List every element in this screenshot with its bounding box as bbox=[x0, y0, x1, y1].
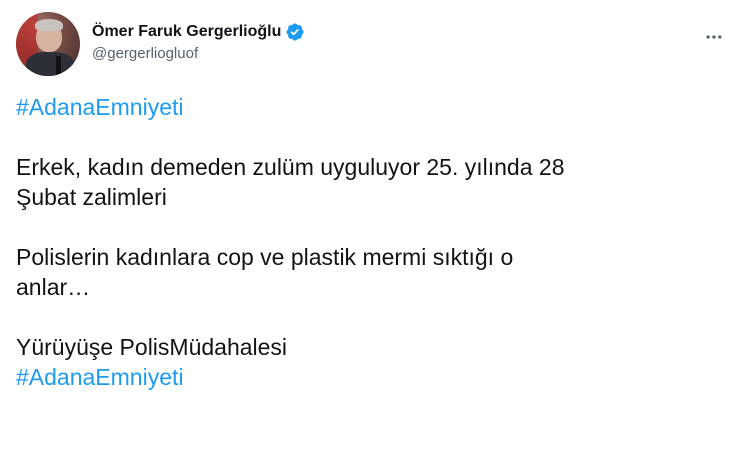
author-name-row: Ömer Faruk Gergerlioğlu bbox=[92, 21, 305, 43]
tweet-card: Ömer Faruk Gergerlioğlu @gergerliogluof bbox=[0, 0, 747, 452]
author-avatar[interactable] bbox=[16, 12, 80, 76]
more-horizontal-icon bbox=[704, 27, 724, 47]
tweet-text-line: anlar… bbox=[16, 274, 91, 300]
author-handle[interactable]: @gergerliogluof bbox=[92, 45, 305, 65]
hashtag-link[interactable]: #AdanaEmniyeti bbox=[16, 364, 184, 390]
avatar-body bbox=[26, 52, 74, 76]
tweet-text-line: Erkek, kadın demeden zulüm uyguluyor 25.… bbox=[16, 154, 565, 180]
hashtag-link[interactable]: #AdanaEmniyeti bbox=[16, 94, 184, 120]
author-info: Ömer Faruk Gergerlioğlu @gergerliogluof bbox=[92, 21, 305, 65]
more-options-button[interactable] bbox=[697, 20, 731, 54]
tweet-text: #AdanaEmniyeti Erkek, kadın demeden zulü… bbox=[16, 92, 731, 392]
author-display-name[interactable]: Ömer Faruk Gergerlioğlu bbox=[92, 23, 281, 41]
tweet-text-line: Polislerin kadınlara cop ve plastik merm… bbox=[16, 244, 514, 270]
tweet-text-line: Şubat zalimleri bbox=[16, 184, 167, 210]
tweet-text-line: Yürüyüşe PolisMüdahalesi bbox=[16, 334, 288, 360]
avatar-hair bbox=[35, 19, 63, 31]
verified-badge-icon bbox=[285, 22, 305, 42]
tweet-header: Ömer Faruk Gergerlioğlu @gergerliogluof bbox=[16, 12, 731, 76]
avatar-microphone bbox=[56, 56, 61, 76]
